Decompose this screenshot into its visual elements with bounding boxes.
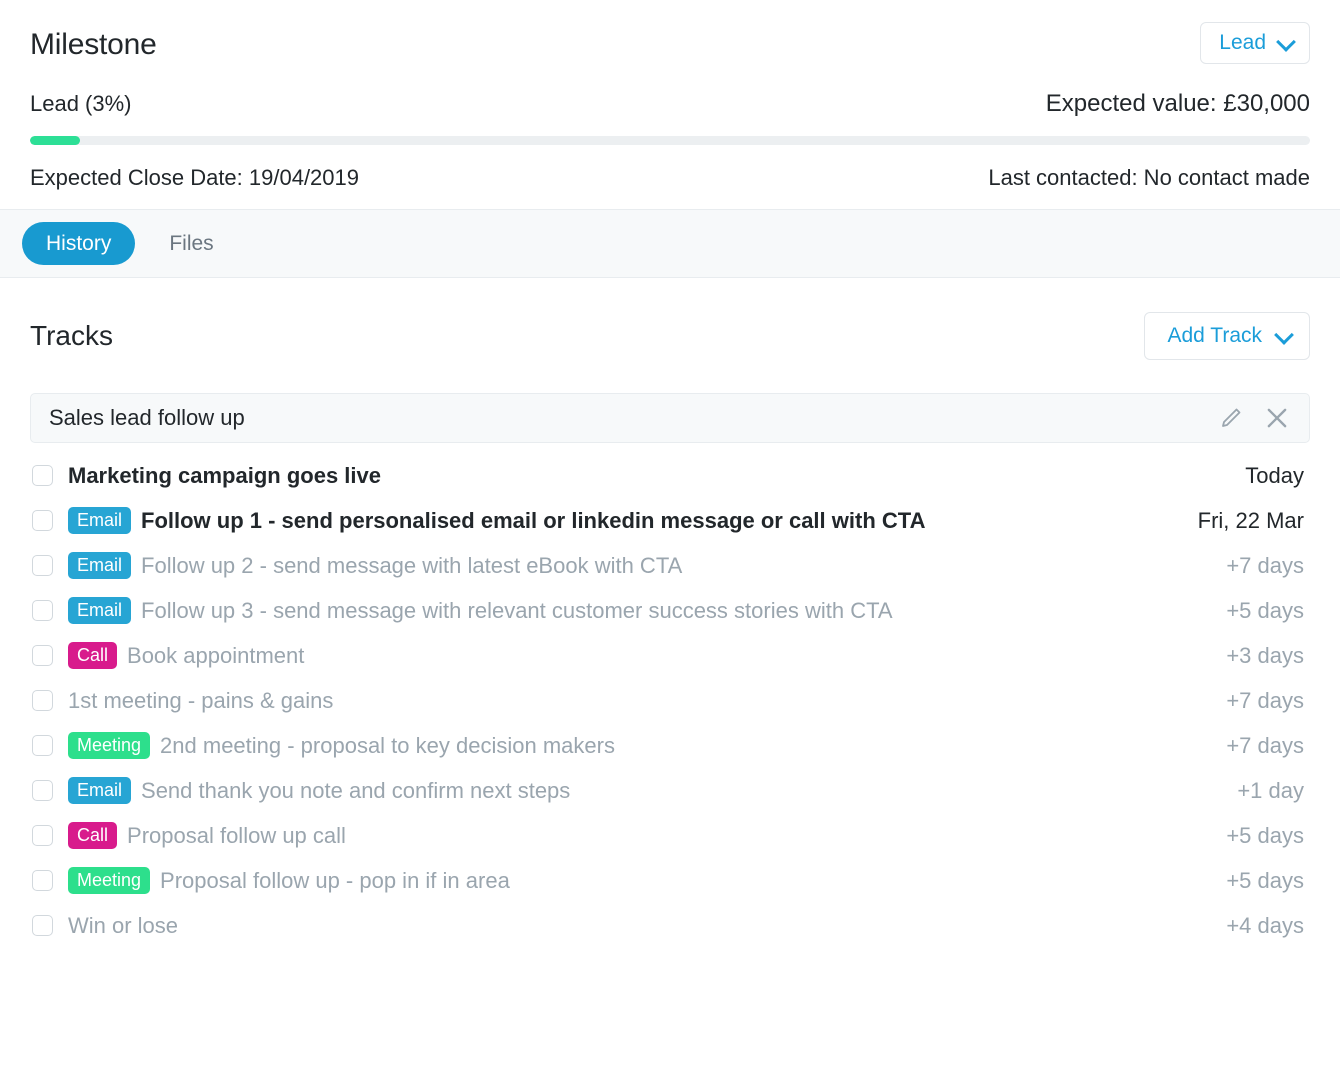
tracks-title: Tracks [30,320,113,351]
task-type-badge: Email [68,597,132,624]
task-label: Follow up 3 - send message with relevant… [141,597,893,623]
task-checkbox[interactable] [32,780,53,801]
milestone-progress-bar [30,136,1310,145]
task-label: Follow up 1 - send personalised email or… [141,507,926,533]
milestone-header: Milestone Lead Lead (3%) Expected value:… [0,0,1340,209]
task-type-badge: Meeting [68,732,151,759]
task-checkbox[interactable] [32,870,53,891]
stage-dropdown-label: Lead [1219,31,1266,54]
task-row: Email Follow up 2 - send message with lat… [30,543,1310,588]
expected-value: Expected value: £30,000 [1045,90,1310,117]
task-type-badge: Meeting [68,867,151,894]
task-due-date: +5 days [1226,867,1304,893]
task-checkbox[interactable] [32,510,53,531]
task-label: Proposal follow up - pop in if in area [160,867,510,893]
task-label: Win or lose [68,912,179,938]
task-label: 2nd meeting - proposal to key decision m… [160,732,615,758]
close-icon[interactable] [1263,404,1291,432]
task-due-date: Fri, 22 Mar [1197,507,1304,533]
task-due-date: +3 days [1226,642,1304,668]
task-row: Call Book appointment +3 days [30,633,1310,678]
add-track-label: Add Track [1167,324,1262,347]
milestone-progress-fill [30,136,80,145]
milestone-panel: Milestone Lead Lead (3%) Expected value:… [0,0,1340,1073]
task-row: Win or lose +4 days [30,903,1310,948]
task-due-date: +7 days [1226,687,1304,713]
track-card: Sales lead follow up Marketing campaign … [0,393,1340,948]
last-contacted: Last contacted: No contact made [988,165,1310,190]
task-label: Send thank you note and confirm next ste… [141,777,571,803]
task-checkbox[interactable] [32,600,53,621]
task-label: Book appointment [127,642,305,668]
task-due-date: +5 days [1226,822,1304,848]
task-due-date: +4 days [1226,912,1304,938]
task-label: 1st meeting - pains & gains [68,687,334,713]
task-row: Email Follow up 3 - send message with rel… [30,588,1310,633]
task-row: Meeting 2nd meeting - proposal to key dec… [30,723,1310,768]
task-row: Email Send thank you note and confirm nex… [30,768,1310,813]
task-type-badge: Call [68,642,118,669]
task-due-date: +1 day [1237,777,1304,803]
task-checkbox[interactable] [32,825,53,846]
task-row: Meeting Proposal follow up - pop in if in… [30,858,1310,903]
task-type-badge: Call [68,822,118,849]
task-checkbox[interactable] [32,555,53,576]
task-due-date: +7 days [1226,552,1304,578]
tab-history[interactable]: History [22,222,136,265]
track-header: Sales lead follow up [30,393,1310,443]
track-actions [1217,404,1295,432]
task-row: Email Follow up 1 - send personalised ema… [30,498,1310,543]
meta-row: Expected Close Date: 19/04/2019 Last con… [30,165,1310,191]
chevron-down-icon [1278,33,1293,48]
task-checkbox[interactable] [32,690,53,711]
task-row: Call Proposal follow up call +5 days [30,813,1310,858]
page-title: Milestone [30,28,157,61]
add-track-button[interactable]: Add Track [1144,312,1310,360]
task-checkbox[interactable] [32,735,53,756]
task-checkbox[interactable] [32,645,53,666]
expected-close-date: Expected Close Date: 19/04/2019 [30,165,360,190]
task-row: Marketing campaign goes live Today [30,453,1310,498]
task-type-badge: Email [68,507,132,534]
header-top-row: Milestone Lead [30,22,1310,64]
tracks-header: Tracks Add Track [0,278,1340,360]
task-checkbox[interactable] [32,915,53,936]
pencil-icon[interactable] [1217,404,1245,432]
task-label: Follow up 2 - send message with latest e… [141,552,683,578]
task-label: Marketing campaign goes live [68,462,381,488]
tab-files[interactable]: Files [145,222,237,265]
task-type-badge: Email [68,552,132,579]
task-row: 1st meeting - pains & gains +7 days [30,678,1310,723]
task-due-date: +5 days [1226,597,1304,623]
stage-label: Lead (3%) [30,91,132,116]
task-type-badge: Email [68,777,132,804]
stage-dropdown-button[interactable]: Lead [1200,22,1310,64]
task-due-date: Today [1245,462,1304,488]
chevron-down-icon [1276,326,1291,341]
task-list: Marketing campaign goes live Today Email Fo… [30,453,1310,948]
tab-bar: History Files [0,209,1340,278]
task-checkbox[interactable] [32,465,53,486]
stage-row: Lead (3%) Expected value: £30,000 [30,90,1310,118]
task-label: Proposal follow up call [127,822,346,848]
track-name: Sales lead follow up [49,405,245,430]
task-due-date: +7 days [1226,732,1304,758]
